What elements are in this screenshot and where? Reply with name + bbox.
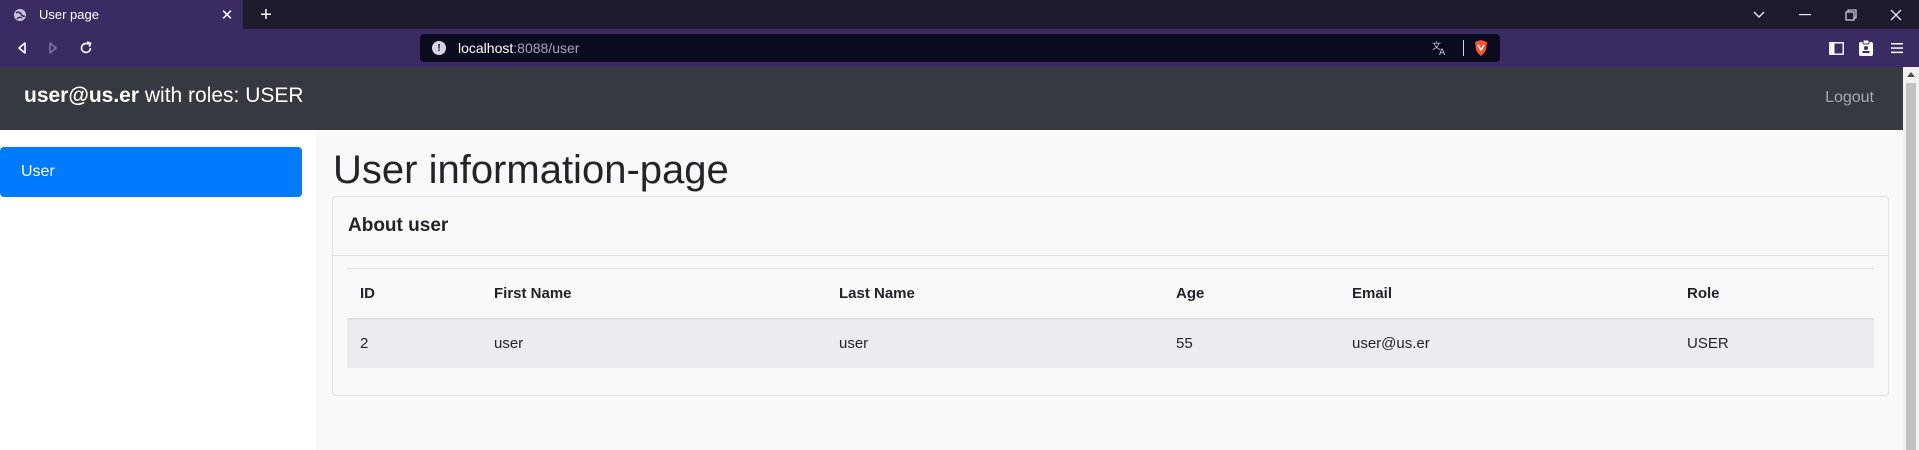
url-host: localhost [458, 40, 514, 56]
cell-id: 2 [347, 318, 481, 368]
card-header: About user [333, 197, 1888, 256]
plus-icon[interactable]: + [254, 3, 278, 27]
user-table: ID First Name Last Name Age Email Role 2… [347, 268, 1874, 368]
back-arrow-icon[interactable] [9, 36, 35, 60]
page-viewport: user@us.er with roles: USER Logout User … [0, 67, 1903, 450]
navbar-user-info: user@us.er with roles: USER [24, 84, 304, 108]
navbar-user-email: user@us.er [24, 84, 140, 107]
cell-role: USER [1674, 318, 1874, 368]
column-header-role: Role [1674, 268, 1874, 320]
about-user-card: About user ID First Name Last Name Age E… [332, 196, 1889, 396]
restore-icon[interactable] [1828, 0, 1874, 29]
url-separator [1463, 40, 1464, 56]
close-icon[interactable] [1873, 0, 1919, 29]
column-header-first-name: First Name [481, 268, 826, 320]
scroll-up-icon[interactable] [1907, 72, 1915, 77]
menu-icon[interactable] [1887, 38, 1907, 58]
forward-arrow-icon[interactable] [40, 36, 66, 60]
browser-toolbar: ! localhost :8088/user 文A [0, 29, 1919, 67]
url-path: :8088/user [513, 40, 580, 56]
minimize-icon[interactable] [1782, 0, 1828, 29]
svg-text:A: A [1439, 48, 1446, 56]
top-navbar: user@us.er with roles: USER Logout [0, 67, 1903, 130]
brave-shield-icon[interactable] [1472, 39, 1490, 57]
tab-strip: User page ✕ + [0, 0, 1919, 29]
info-icon[interactable]: ! [432, 41, 446, 55]
tab-title: User page [39, 7, 99, 22]
translate-icon[interactable]: 文A [1432, 40, 1448, 58]
sidebar-item-user[interactable]: User [0, 147, 302, 197]
cell-last-name: user [826, 318, 1163, 368]
column-header-age: Age [1163, 268, 1339, 320]
cell-first-name: user [481, 318, 826, 368]
page-title: User information-page [333, 148, 729, 192]
sidebar: User [0, 130, 316, 450]
reload-icon[interactable] [73, 36, 99, 60]
column-header-email: Email [1339, 268, 1674, 320]
browser-tab[interactable]: User page ✕ [0, 0, 243, 29]
close-icon[interactable]: ✕ [217, 5, 237, 25]
scrollbar-thumb[interactable] [1906, 83, 1916, 450]
column-header-last-name: Last Name [826, 268, 1163, 320]
cell-email: user@us.er [1339, 318, 1674, 368]
table-header-row: ID First Name Last Name Age Email Role [347, 268, 1874, 320]
main-content: User information-page About user ID Firs… [316, 130, 1903, 450]
address-bar[interactable]: ! localhost :8088/user 文A [420, 34, 1500, 62]
cell-age: 55 [1163, 318, 1339, 368]
chevron-down-icon[interactable] [1736, 0, 1782, 29]
logout-link[interactable]: Logout [1825, 89, 1874, 107]
sidebar-icon[interactable] [1826, 38, 1846, 58]
navbar-roles: with roles: USER [139, 84, 304, 107]
page-scrollbar[interactable] [1903, 67, 1919, 450]
globe-icon [12, 7, 27, 22]
table-row: 2 user user 55 user@us.er USER [347, 318, 1874, 368]
column-header-id: ID [347, 268, 481, 320]
wallet-icon[interactable] [1856, 38, 1876, 58]
